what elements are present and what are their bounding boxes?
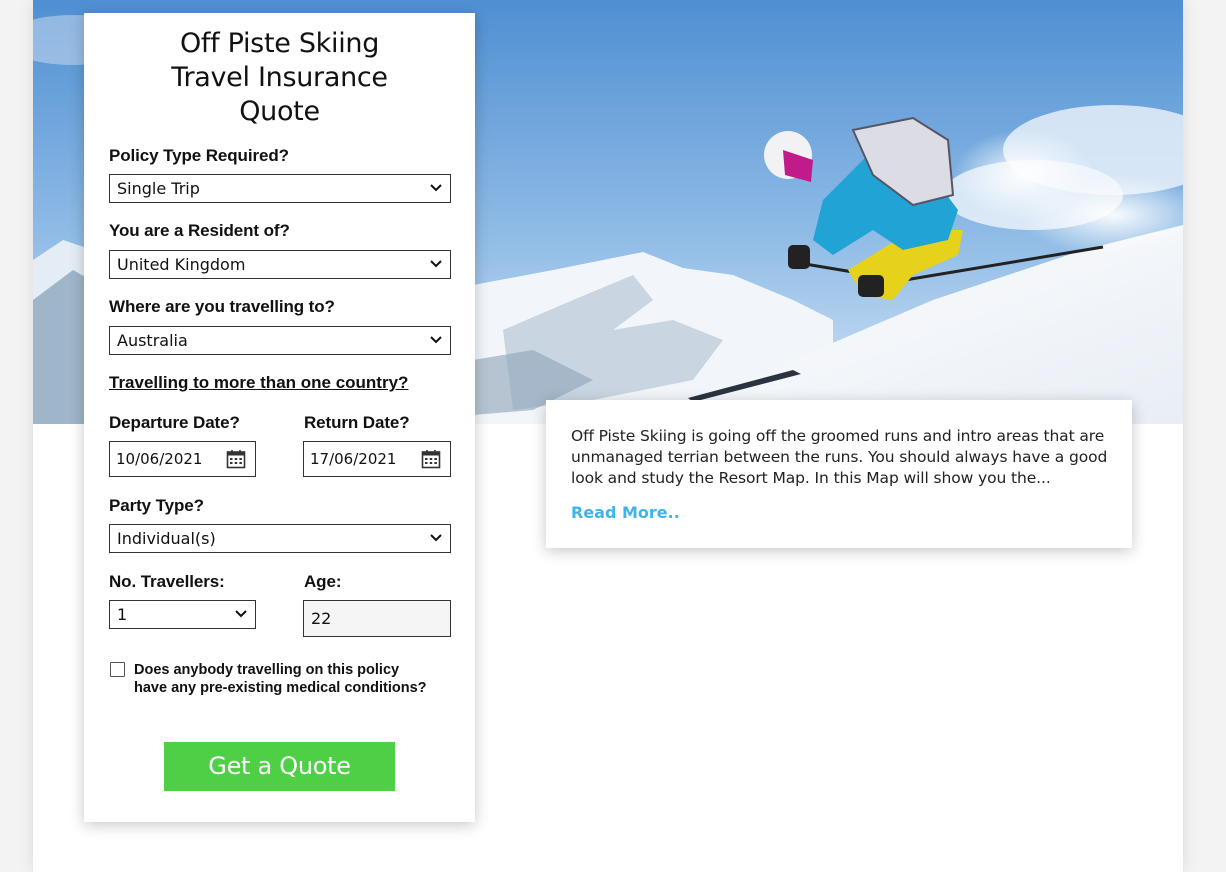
chevron-down-icon xyxy=(430,184,442,192)
chevron-down-icon xyxy=(430,336,442,344)
travellers-value: 1 xyxy=(117,605,128,624)
destination-value: Australia xyxy=(117,331,188,350)
chevron-down-icon xyxy=(430,260,442,268)
chevron-down-icon xyxy=(235,610,247,618)
get-quote-button[interactable]: Get a Quote xyxy=(164,742,395,791)
page-container: Off Piste Skiing Travel Insurance Quote … xyxy=(33,0,1183,872)
chevron-down-icon xyxy=(430,534,442,542)
calendar-icon[interactable] xyxy=(226,449,246,469)
age-value: 22 xyxy=(311,609,332,628)
quote-form-title: Off Piste Skiing Travel Insurance Quote xyxy=(84,27,475,129)
title-line-3: Quote xyxy=(239,96,320,127)
quote-form-card: Off Piste Skiing Travel Insurance Quote … xyxy=(84,13,475,822)
departure-date-value: 10/06/2021 xyxy=(116,450,203,468)
travellers-select[interactable]: 1 xyxy=(109,600,256,629)
return-date-value: 17/06/2021 xyxy=(310,450,397,468)
title-line-2: Travel Insurance xyxy=(171,62,388,93)
policy-type-label: Policy Type Required? xyxy=(109,146,289,165)
party-type-label: Party Type? xyxy=(109,496,204,515)
read-more-link[interactable]: Read More.. xyxy=(571,503,680,522)
calendar-icon[interactable] xyxy=(421,449,441,469)
info-card-text: Off Piste Skiing is going off the groome… xyxy=(571,427,1108,487)
destination-label: Where are you travelling to? xyxy=(109,297,335,316)
residence-label: You are a Resident of? xyxy=(109,221,290,240)
info-card: Off Piste Skiing is going off the groome… xyxy=(546,400,1132,548)
party-type-select[interactable]: Individual(s) xyxy=(109,524,451,553)
age-label: Age: xyxy=(304,572,342,591)
party-type-value: Individual(s) xyxy=(117,529,216,548)
multi-country-link[interactable]: Travelling to more than one country? xyxy=(109,373,408,393)
travellers-label: No. Travellers: xyxy=(109,572,225,591)
age-input[interactable]: 22 xyxy=(303,600,451,637)
return-label: Return Date? xyxy=(304,413,410,432)
return-date-input[interactable]: 17/06/2021 xyxy=(303,441,451,477)
departure-date-input[interactable]: 10/06/2021 xyxy=(109,441,256,477)
policy-type-select[interactable]: Single Trip xyxy=(109,174,451,203)
medical-conditions-label: Does anybody travelling on this policy h… xyxy=(134,662,427,696)
departure-label: Departure Date? xyxy=(109,413,240,432)
destination-select[interactable]: Australia xyxy=(109,326,451,355)
title-line-1: Off Piste Skiing xyxy=(179,28,380,59)
residence-value: United Kingdom xyxy=(117,255,246,274)
medical-conditions-checkbox[interactable] xyxy=(110,662,125,677)
residence-select[interactable]: United Kingdom xyxy=(109,250,451,279)
policy-type-value: Single Trip xyxy=(117,179,200,198)
